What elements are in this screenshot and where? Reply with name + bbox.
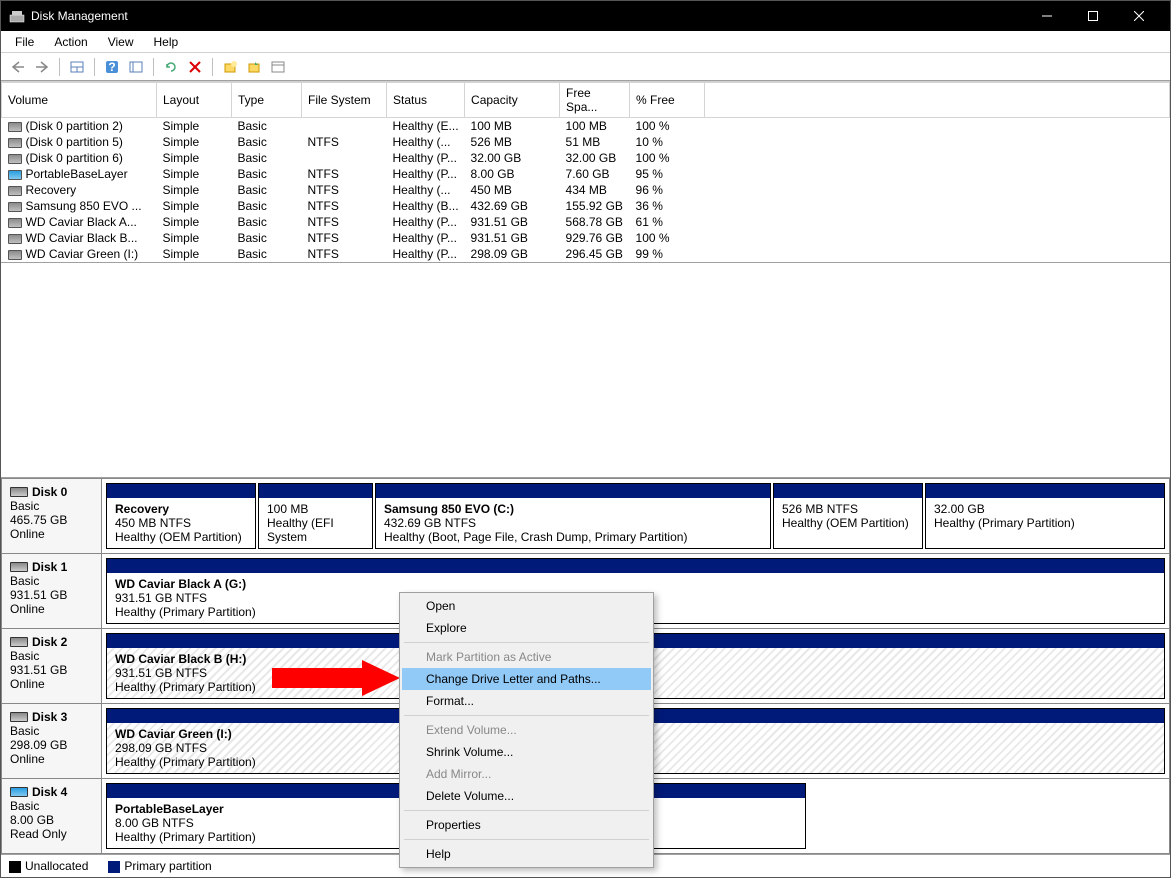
menu-open[interactable]: Open (402, 595, 651, 617)
disk-info[interactable]: Disk 4 Basic8.00 GBRead Only (2, 779, 102, 853)
partition[interactable]: 32.00 GBHealthy (Primary Partition) (925, 483, 1165, 549)
volume-icon (8, 234, 22, 244)
partition[interactable]: Samsung 850 EVO (C:)432.69 GB NTFSHealth… (375, 483, 771, 549)
disk-icon (10, 787, 28, 797)
menu-properties[interactable]: Properties (402, 814, 651, 836)
table-row[interactable]: (Disk 0 partition 2)SimpleBasicHealthy (… (2, 118, 1170, 135)
volume-icon (8, 170, 22, 180)
settings-button[interactable] (125, 56, 147, 78)
table-row[interactable]: (Disk 0 partition 6)SimpleBasicHealthy (… (2, 150, 1170, 166)
properties-button[interactable] (267, 56, 289, 78)
table-row[interactable]: PortableBaseLayerSimpleBasicNTFSHealthy … (2, 166, 1170, 182)
col-capacity[interactable]: Capacity (465, 83, 560, 118)
toolbar: ? (1, 53, 1170, 81)
swatch-primary (108, 861, 120, 873)
disk-icon (10, 637, 28, 647)
disk-icon (10, 712, 28, 722)
volume-icon (8, 154, 22, 164)
table-row[interactable]: WD Caviar Black B...SimpleBasicNTFSHealt… (2, 230, 1170, 246)
menu-help[interactable]: Help (402, 843, 651, 865)
volume-icon (8, 218, 22, 228)
table-row[interactable]: WD Caviar Black A...SimpleBasicNTFSHealt… (2, 214, 1170, 230)
partition[interactable]: 526 MB NTFSHealthy (OEM Partition) (773, 483, 923, 549)
volume-list: Volume Layout Type File System Status Ca… (1, 81, 1170, 262)
menu-help[interactable]: Help (144, 33, 189, 51)
partition[interactable]: 100 MBHealthy (EFI System (258, 483, 373, 549)
col-volume[interactable]: Volume (2, 83, 157, 118)
menubar: File Action View Help (1, 31, 1170, 53)
volume-icon (8, 202, 22, 212)
minimize-button[interactable] (1024, 1, 1070, 31)
swatch-unallocated (9, 861, 21, 873)
table-row[interactable]: (Disk 0 partition 5)SimpleBasicNTFSHealt… (2, 134, 1170, 150)
volume-icon (8, 250, 22, 260)
volume-icon (8, 138, 22, 148)
layout-button[interactable] (66, 56, 88, 78)
menu-extend: Extend Volume... (402, 719, 651, 741)
partition[interactable]: Recovery450 MB NTFSHealthy (OEM Partitio… (106, 483, 256, 549)
col-fs[interactable]: File System (302, 83, 387, 118)
volume-icon (8, 122, 22, 132)
forward-button[interactable] (31, 56, 53, 78)
col-free[interactable]: Free Spa... (560, 83, 630, 118)
table-row[interactable]: RecoverySimpleBasicNTFSHealthy (...450 M… (2, 182, 1170, 198)
disk-info[interactable]: Disk 1 Basic931.51 GBOnline (2, 554, 102, 628)
help-button[interactable]: ? (101, 56, 123, 78)
disk-info[interactable]: Disk 0 Basic 465.75 GB Online (2, 479, 102, 553)
app-icon (9, 8, 25, 24)
menu-view[interactable]: View (98, 33, 144, 51)
refresh-button[interactable] (160, 56, 182, 78)
close-button[interactable] (1116, 1, 1162, 31)
titlebar[interactable]: Disk Management (1, 1, 1170, 31)
annotation-arrow (272, 660, 402, 696)
disk-info[interactable]: Disk 2 Basic931.51 GBOnline (2, 629, 102, 703)
table-row[interactable]: Samsung 850 EVO ...SimpleBasicNTFSHealth… (2, 198, 1170, 214)
menu-change-drive-letter[interactable]: Change Drive Letter and Paths... (402, 668, 651, 690)
menu-file[interactable]: File (5, 33, 44, 51)
col-layout[interactable]: Layout (157, 83, 232, 118)
menu-shrink[interactable]: Shrink Volume... (402, 741, 651, 763)
window-title: Disk Management (31, 9, 1024, 23)
new-volume-button[interactable] (219, 56, 241, 78)
menu-explore[interactable]: Explore (402, 617, 651, 639)
menu-format[interactable]: Format... (402, 690, 651, 712)
volume-icon (8, 186, 22, 196)
menu-add-mirror: Add Mirror... (402, 763, 651, 785)
disk-row-0: Disk 0 Basic 465.75 GB Online Recovery45… (1, 478, 1170, 554)
col-type[interactable]: Type (232, 83, 302, 118)
disk-icon (10, 487, 28, 497)
menu-action[interactable]: Action (44, 33, 97, 51)
context-menu: Open Explore Mark Partition as Active Ch… (399, 592, 654, 868)
delete-button[interactable] (184, 56, 206, 78)
menu-delete-volume[interactable]: Delete Volume... (402, 785, 651, 807)
maximize-button[interactable] (1070, 1, 1116, 31)
table-row[interactable]: WD Caviar Green (I:)SimpleBasicNTFSHealt… (2, 246, 1170, 262)
disk-icon (10, 562, 28, 572)
menu-mark-active: Mark Partition as Active (402, 646, 651, 668)
disk-info[interactable]: Disk 3 Basic298.09 GBOnline (2, 704, 102, 778)
col-status[interactable]: Status (387, 83, 465, 118)
svg-text:?: ? (108, 60, 115, 74)
action-button[interactable] (243, 56, 265, 78)
back-button[interactable] (7, 56, 29, 78)
col-pct[interactable]: % Free (630, 83, 705, 118)
